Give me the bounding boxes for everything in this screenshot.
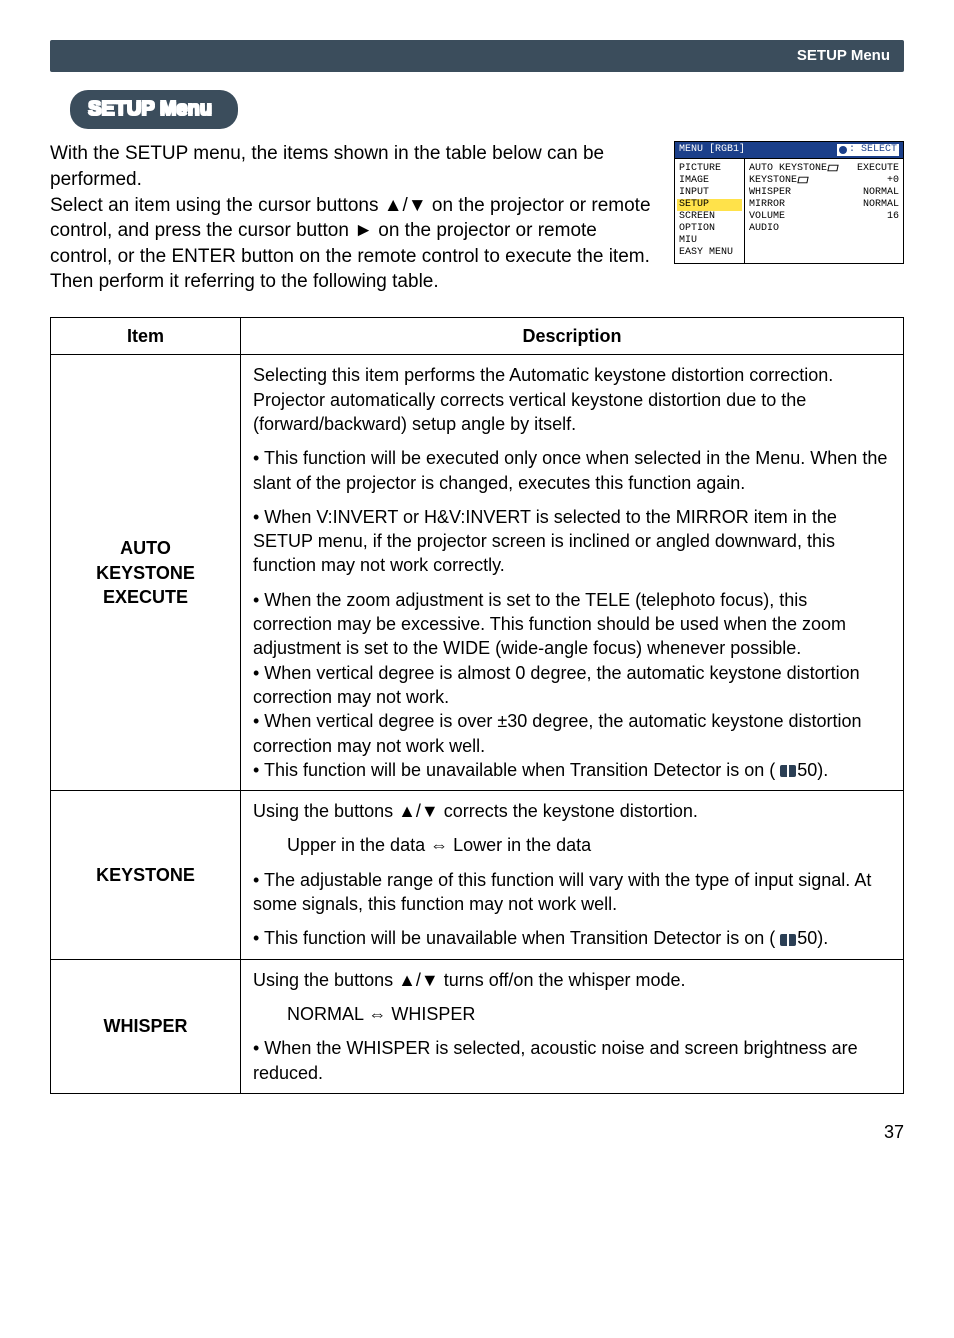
page-number: 37 xyxy=(50,1120,904,1144)
table-row: WHISPER Using the buttons ▲/▼ turns off/o… xyxy=(51,959,904,1093)
description-paragraph: • This function will be executed only on… xyxy=(253,446,891,495)
select-icon xyxy=(839,146,847,154)
osd-left-item: EASY MENU xyxy=(677,247,742,259)
keystone-icon xyxy=(827,164,838,170)
description-cell: Using the buttons ▲/▼ corrects the keyst… xyxy=(241,791,904,959)
osd-left-item: IMAGE xyxy=(677,175,742,187)
osd-left-item: MIU xyxy=(677,235,742,247)
osd-left-column: PICTUREIMAGEINPUTSETUPSCREENOPTIONMIUEAS… xyxy=(675,159,745,263)
osd-right-row: AUDIO xyxy=(747,223,901,235)
description-paragraph: Using the buttons ▲/▼ turns off/on the w… xyxy=(253,968,891,992)
description-paragraph: • When V:INVERT or H&V:INVERT is selecte… xyxy=(253,505,891,578)
item-cell: KEYSTONE xyxy=(51,791,241,959)
osd-left-item: INPUT xyxy=(677,187,742,199)
osd-left-item: SETUP xyxy=(677,199,742,211)
osd-left-item: SCREEN xyxy=(677,211,742,223)
osd-right-row: VOLUME16 xyxy=(747,211,901,223)
osd-left-item: PICTURE xyxy=(677,163,742,175)
table-row: KEYSTONE Using the buttons ▲/▼ corrects t… xyxy=(51,791,904,959)
intro-text: With the SETUP menu, the items shown in … xyxy=(50,141,660,295)
table-body: AUTO KEYSTONE EXECUTESelecting this item… xyxy=(51,355,904,1093)
osd-title-right: : SELECT xyxy=(849,144,897,156)
item-cell: WHISPER xyxy=(51,959,241,1093)
osd-right-row: KEYSTONE+0 xyxy=(747,175,901,187)
osd-left-item: OPTION xyxy=(677,223,742,235)
osd-preview: MENU [RGB1] : SELECT PICTUREIMAGEINPUTSE… xyxy=(674,141,904,264)
table-row: AUTO KEYSTONE EXECUTESelecting this item… xyxy=(51,355,904,791)
description-paragraph: • When the WHISPER is selected, acoustic… xyxy=(253,1036,891,1085)
settings-table: Item Description AUTO KEYSTONE EXECUTESe… xyxy=(50,317,904,1094)
description-paragraph: • This function will be unavailable when… xyxy=(253,926,891,950)
description-paragraph: Upper in the data ⇔ Lower in the data xyxy=(287,833,891,857)
osd-right-column: AUTO KEYSTONEEXECUTEKEYSTONE+0WHISPERNOR… xyxy=(745,159,903,263)
book-icon xyxy=(780,765,796,777)
description-cell: Selecting this item performs the Automat… xyxy=(241,355,904,791)
keystone-icon xyxy=(797,176,808,182)
book-icon xyxy=(780,934,796,946)
osd-title-left: MENU [RGB1] xyxy=(679,144,745,156)
setup-menu-badge: SETUP Menu xyxy=(70,90,238,129)
description-paragraph: Using the buttons ▲/▼ corrects the keyst… xyxy=(253,799,891,823)
description-paragraph: • The adjustable range of this function … xyxy=(253,868,891,917)
description-paragraph: • When the zoom adjustment is set to the… xyxy=(253,588,891,782)
section-header-bar: SETUP Menu xyxy=(50,40,904,72)
osd-right-row: AUTO KEYSTONEEXECUTE xyxy=(747,163,901,175)
description-paragraph: NORMAL ⇔ WHISPER xyxy=(287,1002,891,1026)
col-header-desc: Description xyxy=(241,318,904,355)
osd-right-row: WHISPERNORMAL xyxy=(747,187,901,199)
description-paragraph: Selecting this item performs the Automat… xyxy=(253,363,891,436)
description-cell: Using the buttons ▲/▼ turns off/on the w… xyxy=(241,959,904,1093)
item-cell: AUTO KEYSTONE EXECUTE xyxy=(51,355,241,791)
col-header-item: Item xyxy=(51,318,241,355)
osd-right-row: MIRRORNORMAL xyxy=(747,199,901,211)
